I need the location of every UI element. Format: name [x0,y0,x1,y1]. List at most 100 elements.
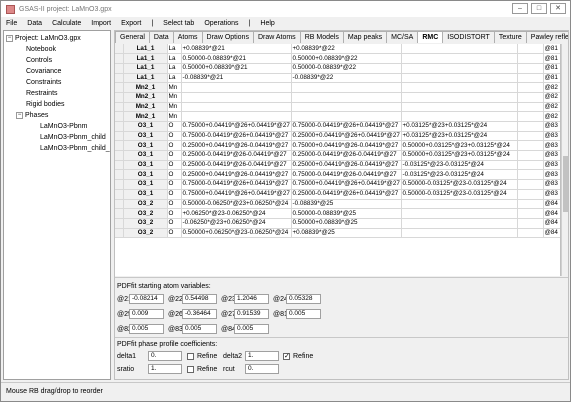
uiso-var-cell[interactable]: @83 [543,179,560,190]
atom-label-cell[interactable]: La1_1 [123,53,168,64]
y-expr-cell[interactable]: 0.25000-0.04419*@26+0.04419*@27 [291,189,402,200]
uiso-var-cell[interactable]: @83 [543,189,560,200]
z-expr-cell[interactable] [401,73,518,84]
tab-draw-options[interactable]: Draw Options [201,31,254,43]
z-expr-cell[interactable] [401,92,518,103]
table-row[interactable]: Mn2_1 Mn @82 [115,82,560,93]
blank-cell[interactable] [517,44,544,55]
z-expr-cell[interactable]: -0.03125*@23-0.03125*@24 [401,160,518,171]
x-expr-cell[interactable]: 0.50000-0.08839*@21 [181,53,292,64]
atom-type-cell[interactable]: La [167,63,182,74]
tab-rb-models[interactable]: RB Models [299,31,344,43]
delta2-input[interactable]: 1. [245,351,279,361]
blank-cell[interactable] [517,82,544,93]
y-expr-cell[interactable]: 0.75000+0.04419*@26-0.04419*@27 [291,140,402,152]
rcut-input[interactable]: 0. [245,364,279,374]
tab-map-peaks[interactable]: Map peaks [342,31,388,43]
atom-type-cell[interactable]: O [167,121,182,132]
y-expr-cell[interactable] [291,92,402,103]
uiso-var-cell[interactable]: @81 [543,63,560,74]
z-expr-cell[interactable] [401,208,518,219]
table-row[interactable]: O3_2 O -0.06250*@23+0.06250*@24 0.50000+0.0… [115,218,560,229]
y-expr-cell[interactable]: +0.08839*@25 [291,228,402,239]
row-selector[interactable] [115,208,124,219]
var-input[interactable]: 0.05328 [286,294,321,304]
atom-label-cell[interactable]: O3_1 [123,140,168,152]
row-selector[interactable] [115,63,124,74]
row-selector[interactable] [115,92,124,103]
var-input[interactable]: 0.005 [129,324,164,334]
row-selector[interactable] [115,53,124,64]
atom-type-cell[interactable]: O [167,189,182,200]
atom-label-cell[interactable]: O3_2 [123,208,168,219]
tree-item-constraints[interactable]: Constraints [4,77,110,88]
tab-rmc[interactable]: RMC [417,31,444,43]
row-selector[interactable] [115,111,124,122]
atom-type-cell[interactable]: O [167,208,182,219]
y-expr-cell[interactable]: -0.08839*@25 [291,199,402,210]
delta1-refine-checkbox[interactable] [187,353,194,360]
var-input[interactable]: 0.54498 [182,294,217,304]
uiso-var-cell[interactable]: @84 [543,218,560,229]
row-selector[interactable] [115,189,124,200]
tab-isodistort[interactable]: ISODISTORT [442,31,495,43]
table-row[interactable]: La1_1 La 0.50000+0.08839*@21 0.50000-0.0883… [115,63,560,74]
atom-label-cell[interactable]: La1_1 [123,63,168,74]
x-expr-cell[interactable]: 0.75000-0.04419*@26+0.04419*@27 [181,131,292,142]
z-expr-cell[interactable]: 0.50000+0.03125*@23+0.03125*@24 [401,140,518,152]
tree-item-restraints[interactable]: Restraints [4,88,110,99]
row-selector[interactable] [115,82,124,93]
row-selector[interactable] [115,179,124,190]
z-expr-cell[interactable] [401,44,518,55]
tree-item-notebook[interactable]: Notebook [4,44,110,55]
x-expr-cell[interactable]: +0.08839*@21 [181,44,292,55]
menu-select-tab[interactable]: Select tab [158,20,199,27]
row-selector[interactable] [115,160,124,171]
uiso-var-cell[interactable]: @83 [543,121,560,132]
atom-type-cell[interactable]: O [167,199,182,210]
table-row[interactable]: Mn2_1 Mn @82 [115,111,560,122]
tree-item-rigid-bodies[interactable]: Rigid bodies [4,99,110,110]
row-selector[interactable] [115,169,124,181]
z-expr-cell[interactable]: 0.50000-0.03125*@23-0.03125*@24 [401,179,518,190]
collapse-icon[interactable]: − [16,112,23,119]
var-input[interactable]: 0.005 [182,324,217,334]
uiso-var-cell[interactable]: @81 [543,73,560,84]
y-expr-cell[interactable]: 0.25000+0.04419*@26+0.04419*@27 [291,131,402,142]
uiso-var-cell[interactable]: @84 [543,228,560,239]
tab-draw-atoms[interactable]: Draw Atoms [252,31,301,43]
table-row[interactable]: O3_1 O 0.75000+0.04419*@26+0.04419*@27 0.25… [115,189,560,200]
z-expr-cell[interactable] [401,102,518,113]
y-expr-cell[interactable]: 0.25000+0.04419*@26-0.04419*@27 [291,160,402,171]
z-expr-cell[interactable] [401,63,518,74]
x-expr-cell[interactable] [181,102,292,113]
blank-cell[interactable] [517,111,544,122]
x-expr-cell[interactable] [181,82,292,93]
uiso-var-cell[interactable]: @83 [543,160,560,171]
blank-cell[interactable] [517,92,544,103]
table-row[interactable]: O3_1 O 0.25000-0.04419*@26-0.04419*@27 0.25… [115,150,560,161]
y-expr-cell[interactable] [291,82,402,93]
row-selector[interactable] [115,140,124,152]
atom-type-cell[interactable]: O [167,218,182,229]
tab-mc-sa[interactable]: MC/SA [386,31,419,43]
table-row[interactable]: O3_1 O 0.25000+0.04419*@26-0.04419*@27 0.75… [115,169,560,181]
atom-label-cell[interactable]: Mn2_1 [123,82,168,93]
blank-cell[interactable] [517,140,544,152]
minimize-button[interactable]: – [512,3,528,14]
tree-item-phase-3[interactable]: LaMnO3-Pbnm_child_PD [4,143,110,154]
atom-type-cell[interactable]: O [167,228,182,239]
table-row[interactable]: O3_2 O +0.06250*@23-0.06250*@24 0.50000-0.0… [115,208,560,219]
z-expr-cell[interactable] [401,82,518,93]
x-expr-cell[interactable]: -0.06250*@23+0.06250*@24 [181,218,292,229]
uiso-var-cell[interactable]: @84 [543,208,560,219]
z-expr-cell[interactable]: +0.03125*@23+0.03125*@24 [401,131,518,142]
x-expr-cell[interactable]: 0.25000+0.04419*@26-0.04419*@27 [181,169,292,181]
atom-label-cell[interactable]: Mn2_1 [123,92,168,103]
collapse-icon[interactable]: − [6,35,13,42]
table-row[interactable]: O3_2 O 0.50000+0.06250*@23-0.06250*@24 +0.0… [115,228,560,239]
table-row[interactable]: La1_1 La -0.08839*@21 -0.08839*@22 @81 [115,73,560,84]
y-expr-cell[interactable]: +0.08839*@22 [291,44,402,55]
atom-label-cell[interactable]: O3_1 [123,179,168,190]
menu-calculate[interactable]: Calculate [47,20,86,27]
